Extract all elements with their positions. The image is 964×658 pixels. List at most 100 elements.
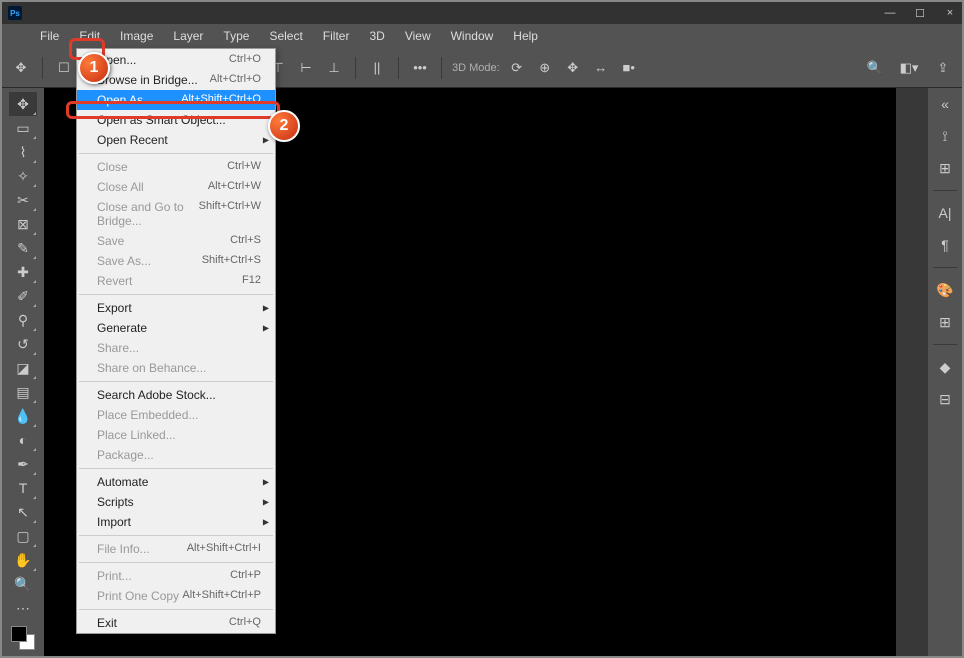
workspace-icon[interactable]: ◧▾ bbox=[898, 57, 920, 79]
search-icon[interactable]: 🔍 bbox=[864, 57, 886, 79]
menu-item-behance[interactable]: Share on Behance... bbox=[77, 358, 275, 378]
paragraph-panel-icon[interactable]: ¶ bbox=[933, 233, 957, 257]
auto-select-check[interactable]: ☐ bbox=[53, 57, 75, 79]
frame-tool[interactable]: ⊠ bbox=[9, 212, 37, 236]
close-window-button[interactable]: × bbox=[944, 7, 956, 20]
menu-item-exit[interactable]: Exit Ctrl+Q bbox=[77, 613, 275, 633]
menu-view[interactable]: View bbox=[395, 25, 441, 47]
menu-item-export[interactable]: Export ▶ bbox=[77, 298, 275, 318]
brush-tool[interactable]: ✐ bbox=[9, 284, 37, 308]
menu-item-label: Revert bbox=[97, 274, 132, 288]
hand-tool[interactable]: ✋ bbox=[9, 548, 37, 572]
menu-item-open-as[interactable]: Open As... Alt+Shift+Ctrl+O bbox=[77, 90, 275, 110]
menu-item-open-recent[interactable]: Open Recent ▶ bbox=[77, 130, 275, 150]
pen-tool[interactable]: ✒ bbox=[9, 452, 37, 476]
maximize-button[interactable]: ☐ bbox=[914, 7, 926, 20]
menu-item-close-all[interactable]: Close All Alt+Ctrl+W bbox=[77, 177, 275, 197]
app-window: Ps — ☐ × File Edit Image Layer Type Sele… bbox=[0, 0, 964, 658]
collapsed-panel-gutter[interactable] bbox=[896, 88, 928, 656]
fg-color-icon[interactable] bbox=[11, 626, 27, 642]
eraser-tool[interactable]: ◪ bbox=[9, 356, 37, 380]
roll-icon[interactable]: ⊕ bbox=[534, 57, 556, 79]
menu-image[interactable]: Image bbox=[110, 25, 163, 47]
expand-panel-icon[interactable]: « bbox=[933, 92, 957, 116]
minimize-button[interactable]: — bbox=[884, 7, 896, 20]
pan-icon[interactable]: ✥ bbox=[562, 57, 584, 79]
adjustments-panel-icon[interactable]: ⊟ bbox=[933, 387, 957, 411]
distrib-h-icon[interactable]: || bbox=[366, 57, 388, 79]
menu-filter[interactable]: Filter bbox=[313, 25, 360, 47]
menu-file[interactable]: File bbox=[30, 25, 69, 47]
share-icon[interactable]: ⇪ bbox=[932, 57, 954, 79]
camera-icon[interactable]: ■• bbox=[618, 57, 640, 79]
menu-item-label: Open as Smart Object... bbox=[97, 113, 226, 127]
menu-help[interactable]: Help bbox=[503, 25, 548, 47]
lasso-tool[interactable]: ⌇ bbox=[9, 140, 37, 164]
menu-item-shortcut: Ctrl+Q bbox=[229, 616, 261, 630]
healing-brush-tool[interactable]: ✚ bbox=[9, 260, 37, 284]
menu-item-label: Export bbox=[97, 301, 132, 315]
menu-item-place-embedded[interactable]: Place Embedded... bbox=[77, 405, 275, 425]
zoom-tool[interactable]: 🔍 bbox=[9, 572, 37, 596]
color-swatch[interactable] bbox=[11, 626, 35, 650]
distribute-bot-icon[interactable]: ⊥ bbox=[323, 57, 345, 79]
rectangle-tool[interactable]: ▢ bbox=[9, 524, 37, 548]
menu-item-save[interactable]: Save Ctrl+S bbox=[77, 231, 275, 251]
menu-item-close-bridge[interactable]: Close and Go to Bridge... Shift+Ctrl+W bbox=[77, 197, 275, 231]
menu-item-print[interactable]: Print... Ctrl+P bbox=[77, 566, 275, 586]
menu-item-label: Exit bbox=[97, 616, 117, 630]
menu-item-revert[interactable]: Revert F12 bbox=[77, 271, 275, 291]
menu-item-search-stock[interactable]: Search Adobe Stock... bbox=[77, 385, 275, 405]
swatches-panel-icon[interactable]: ⊞ bbox=[933, 310, 957, 334]
menu-select[interactable]: Select bbox=[259, 25, 312, 47]
menu-item-label: Save As... bbox=[97, 254, 151, 268]
menu-item-label: Open As... bbox=[97, 93, 153, 107]
clone-stamp-tool[interactable]: ⚲ bbox=[9, 308, 37, 332]
menu-item-print-one[interactable]: Print One Copy Alt+Shift+Ctrl+P bbox=[77, 586, 275, 606]
menu-item-shortcut: Alt+Ctrl+O bbox=[210, 73, 261, 87]
menu-3d[interactable]: 3D bbox=[359, 25, 394, 47]
menu-type[interactable]: Type bbox=[213, 25, 259, 47]
distribute-mid-icon[interactable]: ⊢ bbox=[295, 57, 317, 79]
slide-icon[interactable]: ↔ bbox=[590, 57, 612, 79]
menu-item-automate[interactable]: Automate ▶ bbox=[77, 472, 275, 492]
menu-item-place-linked[interactable]: Place Linked... bbox=[77, 425, 275, 445]
crop-tool[interactable]: ✂ bbox=[9, 188, 37, 212]
menu-item-generate[interactable]: Generate ▶ bbox=[77, 318, 275, 338]
color-panel-icon[interactable]: 🎨 bbox=[933, 278, 957, 302]
edit-toolbar-button[interactable]: ⋯ bbox=[9, 596, 37, 620]
layers-panel-icon[interactable]: ◆ bbox=[933, 355, 957, 379]
menu-item-package[interactable]: Package... bbox=[77, 445, 275, 465]
tool-preset-icon[interactable]: ✥ bbox=[10, 57, 32, 79]
menu-edit[interactable]: Edit bbox=[69, 25, 110, 47]
dodge-tool[interactable]: ◐ bbox=[9, 428, 37, 452]
more-align-icon[interactable]: ••• bbox=[409, 57, 431, 79]
menu-item-scripts[interactable]: Scripts ▶ bbox=[77, 492, 275, 512]
menu-item-share[interactable]: Share... bbox=[77, 338, 275, 358]
menu-item-label: Save bbox=[97, 234, 124, 248]
move-tool[interactable]: ✥ bbox=[9, 92, 37, 116]
menu-item-close[interactable]: Close Ctrl+W bbox=[77, 157, 275, 177]
menu-layer[interactable]: Layer bbox=[163, 25, 213, 47]
history-brush-tool[interactable]: ↺ bbox=[9, 332, 37, 356]
eyedropper-tool[interactable]: ✎ bbox=[9, 236, 37, 260]
menu-item-label: Share on Behance... bbox=[97, 361, 206, 375]
menu-item-open-smart[interactable]: Open as Smart Object... bbox=[77, 110, 275, 130]
align-panel-icon[interactable]: ⊞ bbox=[933, 156, 957, 180]
menu-window[interactable]: Window bbox=[441, 25, 504, 47]
blur-tool[interactable]: 💧 bbox=[9, 404, 37, 428]
path-select-tool[interactable]: ↖ bbox=[9, 500, 37, 524]
type-tool[interactable]: T bbox=[9, 476, 37, 500]
character-panel-icon[interactable]: A| bbox=[933, 201, 957, 225]
marquee-tool[interactable]: ▭ bbox=[9, 116, 37, 140]
menu-item-import[interactable]: Import ▶ bbox=[77, 512, 275, 532]
submenu-arrow-icon: ▶ bbox=[263, 498, 269, 507]
magic-wand-tool[interactable]: ✧ bbox=[9, 164, 37, 188]
ruler-panel-icon[interactable]: ⟟ bbox=[933, 124, 957, 148]
orbit-icon[interactable]: ⟳ bbox=[506, 57, 528, 79]
right-panel: « ⟟ ⊞ A| ¶ 🎨 ⊞ ◆ ⊟ bbox=[928, 88, 962, 656]
menu-item-save-as[interactable]: Save As... Shift+Ctrl+S bbox=[77, 251, 275, 271]
menu-item-file-info[interactable]: File Info... Alt+Shift+Ctrl+I bbox=[77, 539, 275, 559]
gradient-tool[interactable]: ▤ bbox=[9, 380, 37, 404]
annotation-marker-1: 1 bbox=[78, 52, 110, 84]
